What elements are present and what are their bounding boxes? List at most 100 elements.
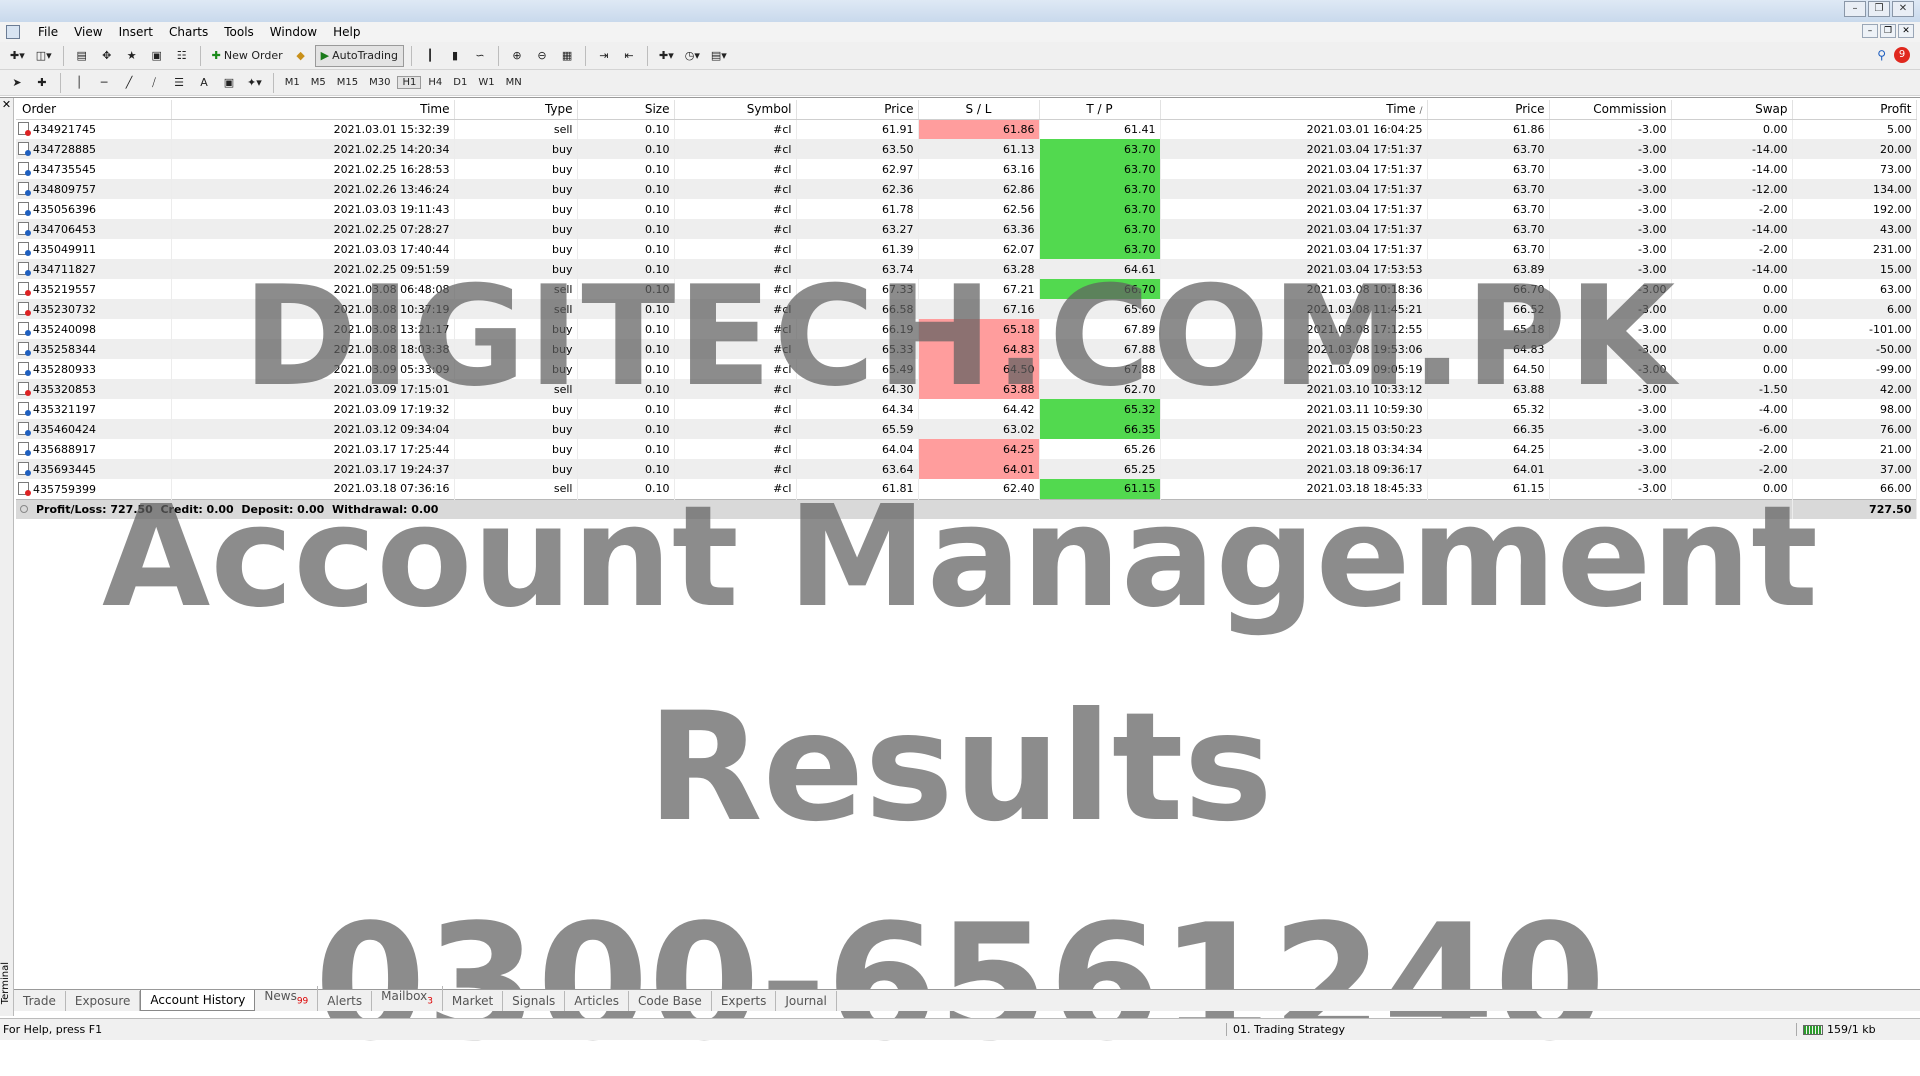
col-symbol[interactable]: Symbol [674, 100, 797, 120]
navigator-icon[interactable]: ★ [121, 45, 143, 67]
metaeditor-icon[interactable]: ◆ [290, 45, 312, 67]
strategy-tester-icon[interactable]: ☷ [171, 45, 193, 67]
minimize-icon[interactable]: – [1844, 1, 1866, 17]
col-price[interactable]: Price [796, 100, 919, 120]
col-close-price[interactable]: Price [1427, 100, 1550, 120]
new-order-button[interactable]: ✚ New Order [208, 45, 287, 67]
table-row[interactable]: 435258344 2021.03.08 18:03:38 buy 0.10 #cl 65… [16, 339, 1917, 359]
table-row[interactable]: 434706453 2021.02.25 07:28:27 buy 0.10 #cl 63… [16, 219, 1917, 239]
col-swap[interactable]: Swap [1671, 100, 1793, 120]
menu-insert[interactable]: Insert [111, 22, 161, 42]
notifications-badge[interactable]: 9 [1894, 47, 1910, 63]
timeframe-m30[interactable]: M30 [365, 77, 394, 88]
col-size[interactable]: Size [577, 100, 675, 120]
auto-scroll-icon[interactable]: ⇥ [593, 45, 615, 67]
table-row[interactable]: 434809757 2021.02.26 13:46:24 buy 0.10 #cl 62… [16, 179, 1917, 199]
close-terminal-icon[interactable]: ✕ [0, 98, 13, 112]
mdi-close-icon[interactable]: ✕ [1898, 24, 1914, 38]
periods-icon[interactable]: ◷▾ [681, 45, 704, 67]
arrows-icon[interactable]: ✦▾ [243, 72, 266, 94]
crosshair-icon[interactable]: ✚ [31, 72, 53, 94]
tab-mailbox[interactable]: Mailbox3 [372, 985, 443, 1011]
timeframe-d1[interactable]: D1 [449, 77, 471, 88]
status-profile[interactable]: 01. Trading Strategy [1226, 1023, 1796, 1036]
col-profit[interactable]: Profit [1792, 100, 1917, 120]
timeframe-m1[interactable]: M1 [281, 77, 304, 88]
table-row[interactable]: 435321197 2021.03.09 17:19:32 buy 0.10 #cl 64… [16, 399, 1917, 419]
tab-news[interactable]: News99 [255, 985, 319, 1011]
autotrading-button[interactable]: ▶ AutoTrading [314, 44, 405, 67]
col-order[interactable]: Order [16, 100, 172, 120]
menu-window[interactable]: Window [262, 22, 325, 42]
table-row[interactable]: 434728885 2021.02.25 14:20:34 buy 0.10 #cl 63… [16, 139, 1917, 159]
chart-shift-icon[interactable]: ⇤ [618, 45, 640, 67]
terminal-icon[interactable]: ▣ [146, 45, 168, 67]
tab-journal[interactable]: Journal [776, 991, 837, 1011]
zoom-out-icon[interactable]: ⊖ [531, 45, 553, 67]
col-time[interactable]: Time [171, 100, 455, 120]
table-row[interactable]: 435688917 2021.03.17 17:25:44 buy 0.10 #cl 64… [16, 439, 1917, 459]
bar-chart-icon[interactable]: ┃ [419, 45, 441, 67]
candlestick-icon[interactable]: ▮ [444, 45, 466, 67]
text-label-icon[interactable]: ▣ [218, 72, 240, 94]
text-icon[interactable]: A [193, 72, 215, 94]
menu-tools[interactable]: Tools [216, 22, 262, 42]
menu-help[interactable]: Help [325, 22, 368, 42]
search-icon[interactable]: ⚲ [1877, 48, 1886, 62]
timeframe-h4[interactable]: H4 [424, 77, 446, 88]
col-tp[interactable]: T / P [1039, 100, 1161, 120]
table-row[interactable]: 435320853 2021.03.09 17:15:01 sell 0.10 #cl 6… [16, 379, 1917, 399]
col-commission[interactable]: Commission [1549, 100, 1672, 120]
timeframe-w1[interactable]: W1 [474, 77, 498, 88]
tab-exposure[interactable]: Exposure [66, 991, 141, 1011]
menu-charts[interactable]: Charts [161, 22, 216, 42]
app-icon[interactable] [6, 25, 20, 39]
table-row[interactable]: 434921745 2021.03.01 15:32:39 sell 0.10 #cl 6… [16, 119, 1917, 139]
table-row[interactable]: 435280933 2021.03.09 05:33:09 buy 0.10 #cl 65… [16, 359, 1917, 379]
table-row[interactable]: 434735545 2021.02.25 16:28:53 buy 0.10 #cl 62… [16, 159, 1917, 179]
profiles-icon[interactable]: ◫▾ [32, 45, 56, 67]
table-row[interactable]: 435056396 2021.03.03 19:11:43 buy 0.10 #cl 61… [16, 199, 1917, 219]
tab-account-history[interactable]: Account History [140, 990, 256, 1011]
tab-signals[interactable]: Signals [503, 991, 566, 1011]
table-row[interactable]: 435240098 2021.03.08 13:21:17 buy 0.10 #cl 66… [16, 319, 1917, 339]
data-window-icon[interactable]: ✥ [96, 45, 118, 67]
line-chart-icon[interactable]: ∽ [469, 45, 491, 67]
horizontal-line-icon[interactable]: ─ [93, 72, 115, 94]
table-row[interactable]: 435049911 2021.03.03 17:40:44 buy 0.10 #cl 61… [16, 239, 1917, 259]
table-row[interactable]: 435219557 2021.03.08 06:48:08 sell 0.10 #cl 6… [16, 279, 1917, 299]
close-icon[interactable]: ✕ [1892, 1, 1914, 17]
timeframe-m15[interactable]: M15 [333, 77, 362, 88]
timeframe-m5[interactable]: M5 [307, 77, 330, 88]
timeframe-h1[interactable]: H1 [397, 76, 422, 89]
col-sl[interactable]: S / L [918, 100, 1040, 120]
indicators-icon[interactable]: ✚▾ [655, 45, 678, 67]
tab-market[interactable]: Market [443, 991, 504, 1011]
timeframe-mn[interactable]: MN [502, 77, 526, 88]
table-row[interactable]: 434711827 2021.02.25 09:51:59 buy 0.10 #cl 63… [16, 259, 1917, 279]
tab-alerts[interactable]: Alerts [318, 991, 373, 1011]
tab-articles[interactable]: Articles [565, 991, 630, 1011]
menu-file[interactable]: File [30, 22, 66, 42]
tile-windows-icon[interactable]: ▦ [556, 45, 578, 67]
zoom-in-icon[interactable]: ⊕ [506, 45, 528, 67]
trendline-icon[interactable]: ╱ [118, 72, 140, 94]
col-type[interactable]: Type [454, 100, 578, 120]
tab-code-base[interactable]: Code Base [629, 991, 712, 1011]
cursor-icon[interactable]: ➤ [6, 72, 28, 94]
new-chart-icon[interactable]: ✚▾ [6, 45, 29, 67]
mdi-minimize-icon[interactable]: – [1862, 24, 1878, 38]
table-row[interactable]: 435759399 2021.03.18 07:36:16 sell 0.10 #cl 6… [16, 479, 1917, 499]
tab-experts[interactable]: Experts [712, 991, 777, 1011]
table-row[interactable]: 435230732 2021.03.08 10:37:19 sell 0.10 #cl 6… [16, 299, 1917, 319]
table-row[interactable]: 435460424 2021.03.12 09:34:04 buy 0.10 #cl 65… [16, 419, 1917, 439]
vertical-line-icon[interactable]: │ [68, 72, 90, 94]
tab-trade[interactable]: Trade [14, 991, 66, 1011]
fibonacci-icon[interactable]: ☰ [168, 72, 190, 94]
market-watch-icon[interactable]: ▤ [71, 45, 93, 67]
templates-icon[interactable]: ▤▾ [707, 45, 731, 67]
col-close-time[interactable]: Time ∕ [1160, 100, 1428, 120]
mdi-restore-icon[interactable]: ❐ [1880, 24, 1896, 38]
table-row[interactable]: 435693445 2021.03.17 19:24:37 buy 0.10 #cl 63… [16, 459, 1917, 479]
restore-icon[interactable]: ❐ [1868, 1, 1890, 17]
